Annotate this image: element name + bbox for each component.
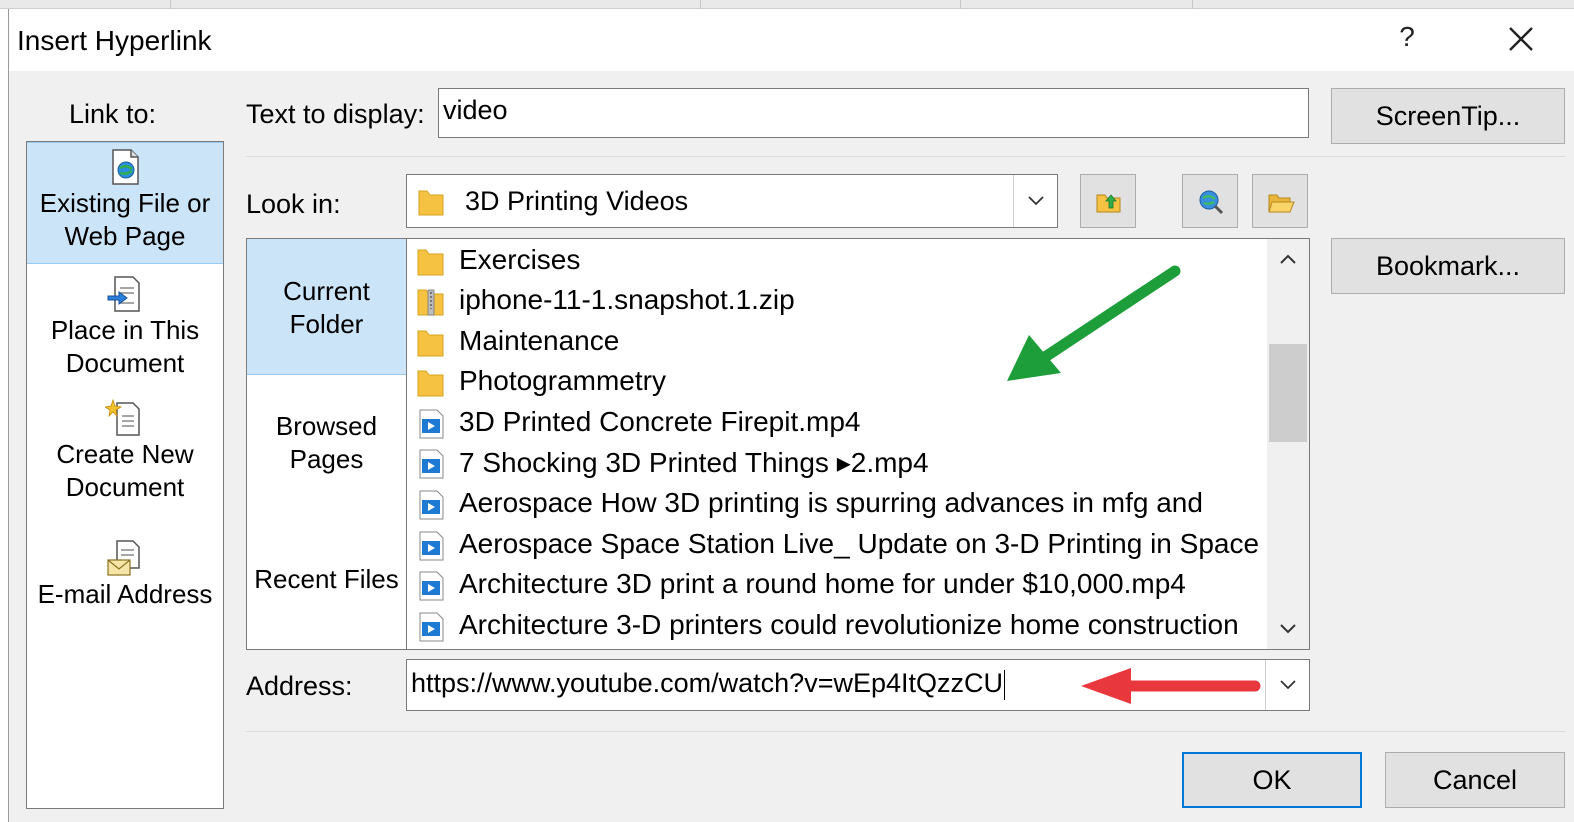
- video-file-icon: [419, 449, 444, 479]
- look-in-dropdown[interactable]: 3D Printing Videos: [406, 174, 1058, 228]
- title-bar: Insert Hyperlink ?: [9, 9, 1574, 71]
- scroll-down-button[interactable]: [1267, 609, 1309, 649]
- file-name: 3D Printed Concrete Firepit.mp4: [459, 406, 861, 437]
- file-row[interactable]: Exercises: [407, 241, 1267, 281]
- place-in-document-label-2: Document: [65, 348, 185, 378]
- new-document-icon: [105, 398, 140, 436]
- nav-current-folder-label-1: Current: [283, 276, 370, 306]
- chevron-down-icon: [1280, 680, 1296, 690]
- text-caret: [1004, 669, 1005, 700]
- file-name: Exercises: [459, 244, 581, 275]
- video-file-icon: [419, 409, 444, 439]
- file-row[interactable]: 3D Printed Concrete Firepit.mp4: [407, 403, 1267, 443]
- address-label: Address:: [246, 671, 353, 701]
- file-name: Architecture 3-D printers could revoluti…: [459, 609, 1239, 640]
- open-folder-icon: [1268, 194, 1295, 213]
- link-to-label: Link to:: [69, 99, 157, 129]
- nav-browsed-pages-label-2: Pages: [289, 444, 364, 474]
- folder-icon: [417, 370, 444, 397]
- close-icon: [1509, 27, 1533, 51]
- scroll-thumb[interactable]: [1269, 344, 1307, 442]
- address-value-wrap: https://www.youtube.com/watch?v=wEp4ItQz…: [411, 668, 1005, 700]
- file-rows: Exercises iphone-11-1.snapshot.1.zip Mai…: [407, 239, 1267, 649]
- folder-icon: [418, 190, 444, 216]
- address-dropdown-arrow[interactable]: [1265, 660, 1309, 710]
- link-to-create-new-document[interactable]: Create New Document: [27, 394, 223, 512]
- existing-file-icon: [112, 149, 139, 185]
- file-row[interactable]: Aerospace Space Station Live_ Update on …: [407, 525, 1267, 565]
- create-new-document-label-1: Create New: [56, 439, 194, 469]
- existing-file-label-1: Existing File or: [39, 188, 211, 218]
- up-one-folder-icon: [1096, 194, 1121, 213]
- browse-web-icon: [1199, 190, 1224, 215]
- separator-bottom: [246, 731, 1565, 732]
- link-to-place-in-document[interactable]: Place in This Document: [27, 270, 223, 388]
- look-in-label: Look in:: [246, 189, 341, 219]
- look-in-value: 3D Printing Videos: [465, 186, 689, 216]
- browse-file-button[interactable]: [1252, 174, 1308, 228]
- file-row[interactable]: Aerospace How 3D printing is spurring ad…: [407, 484, 1267, 524]
- zip-icon: [417, 289, 444, 316]
- up-one-folder-button[interactable]: [1080, 174, 1136, 228]
- video-file-icon: [419, 490, 444, 520]
- dialog-title: Insert Hyperlink: [17, 25, 212, 56]
- folder-icon: [417, 330, 444, 357]
- folder-icon: [417, 249, 444, 276]
- link-to-existing-file[interactable]: Existing File or Web Page: [27, 142, 223, 264]
- file-name: Architecture 3D print a round home for u…: [459, 568, 1186, 599]
- link-to-panel: Existing File or Web Page Place in This …: [26, 141, 224, 809]
- existing-file-label-2: Web Page: [64, 221, 186, 251]
- scroll-up-button[interactable]: [1267, 239, 1309, 279]
- separator-top: [246, 156, 1565, 157]
- screentip-button[interactable]: ScreenTip...: [1331, 88, 1565, 144]
- file-name: Aerospace How 3D printing is spurring ad…: [459, 487, 1203, 518]
- bookmark-button[interactable]: Bookmark...: [1331, 238, 1565, 294]
- address-input[interactable]: https://www.youtube.com/watch?v=wEp4ItQz…: [406, 659, 1310, 711]
- file-name: 7 Shocking 3D Printed Things ▸2.mp4: [459, 447, 929, 478]
- help-button[interactable]: ?: [1392, 21, 1422, 57]
- file-row[interactable]: Photogrammetry: [407, 362, 1267, 402]
- email-address-label: E-mail Address: [37, 579, 213, 609]
- file-row[interactable]: Architecture 3-D printers could revoluti…: [407, 606, 1267, 646]
- file-row[interactable]: iphone-11-1.snapshot.1.zip: [407, 281, 1267, 321]
- link-to-email-address[interactable]: E-mail Address: [27, 534, 223, 624]
- look-in-dropdown-arrow[interactable]: [1013, 175, 1057, 227]
- file-name: Aerospace Space Station Live_ Update on …: [459, 528, 1260, 559]
- file-row[interactable]: Architecture 3D print a round home for u…: [407, 565, 1267, 605]
- place-in-document-icon: [107, 276, 140, 312]
- email-icon: [107, 540, 140, 576]
- nav-recent-files-label: Recent Files: [254, 564, 399, 594]
- file-row[interactable]: 7 Shocking 3D Printed Things ▸2.mp4: [407, 443, 1267, 483]
- ok-button[interactable]: OK: [1182, 752, 1362, 808]
- browse-web-button[interactable]: [1182, 174, 1238, 228]
- nav-browsed-pages-label-1: Browsed: [275, 411, 378, 441]
- file-name: Maintenance: [459, 325, 620, 356]
- nav-panel: Current Folder Browsed Pages Recent File…: [246, 238, 406, 650]
- video-file-icon: [419, 571, 444, 601]
- chevron-down-icon: [1280, 624, 1296, 634]
- video-file-icon: [419, 612, 444, 642]
- nav-browsed-pages[interactable]: Browsed Pages: [247, 376, 406, 516]
- chevron-up-icon: [1280, 254, 1296, 264]
- file-list: Exercises iphone-11-1.snapshot.1.zip Mai…: [406, 238, 1310, 650]
- text-to-display-label: Text to display:: [246, 99, 425, 129]
- file-row[interactable]: Maintenance: [407, 322, 1267, 362]
- place-in-document-label-1: Place in This: [50, 315, 200, 345]
- chevron-down-icon: [1028, 196, 1044, 206]
- file-name: Photogrammetry: [459, 365, 666, 396]
- nav-current-folder-label-2: Folder: [289, 309, 364, 339]
- create-new-document-label-2: Document: [65, 472, 185, 502]
- background-window-strip: [0, 0, 1574, 9]
- insert-hyperlink-dialog: Insert Hyperlink ? Link to: Existing Fil…: [8, 9, 1574, 822]
- close-button[interactable]: [1503, 21, 1539, 57]
- file-name: iphone-11-1.snapshot.1.zip: [459, 284, 795, 315]
- text-to-display-input[interactable]: video: [438, 88, 1309, 138]
- nav-current-folder[interactable]: Current Folder: [247, 239, 406, 375]
- cancel-button[interactable]: Cancel: [1385, 752, 1565, 808]
- video-file-icon: [419, 531, 444, 561]
- file-list-scrollbar[interactable]: [1267, 239, 1309, 649]
- address-value: https://www.youtube.com/watch?v=wEp4ItQz…: [411, 668, 1003, 698]
- nav-recent-files[interactable]: Recent Files: [247, 517, 406, 649]
